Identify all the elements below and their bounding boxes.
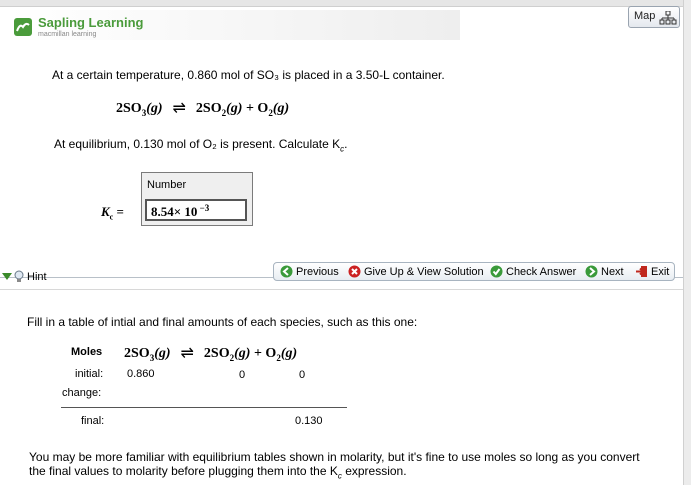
exit-button[interactable]: Exit <box>635 265 669 278</box>
check-icon <box>490 265 503 278</box>
window-top-frame <box>0 0 691 7</box>
navigation-toolbar: Previous Give Up & View Solution Check A… <box>273 262 675 281</box>
table-equation: 2SO3(g) ⇌ 2SO2(g) + O2(g) <box>124 345 298 363</box>
map-icon <box>659 11 677 25</box>
hint-toggle[interactable]: Hint <box>0 268 50 285</box>
exit-icon <box>636 266 647 277</box>
sapling-logo-icon <box>14 18 32 36</box>
chemical-equation: 2SO3(g) ⇌ 2SO2(g) + O2(g) <box>116 100 290 118</box>
question-intro: At a certain temperature, 0.860 mol of S… <box>52 68 445 82</box>
previous-button[interactable]: Previous <box>280 265 339 278</box>
equilibrium-arrow-icon: ⇌ <box>172 100 186 117</box>
hint-label: Hint <box>27 271 47 283</box>
hint-intro: Fill in a table of intial and final amou… <box>27 315 418 329</box>
initial-o2: 0 <box>299 369 306 381</box>
scrollbar[interactable] <box>683 0 691 485</box>
kc-label: Kc = <box>101 204 124 222</box>
equilibrium-arrow-icon: ⇌ <box>180 345 194 362</box>
change-label: change: <box>62 387 102 399</box>
initial-so2: 0 <box>239 369 246 381</box>
next-button[interactable]: Next <box>585 265 624 278</box>
moles-header: Moles <box>71 346 103 358</box>
brand-header: Sapling Learning macmillan learning <box>8 10 460 40</box>
brand-subtitle: macmillan learning <box>38 31 97 38</box>
table-divider <box>61 407 347 408</box>
expand-triangle-icon <box>2 273 12 280</box>
final-label: final: <box>81 415 105 427</box>
next-arrow-icon <box>585 265 598 278</box>
give-up-button[interactable]: Give Up & View Solution <box>348 265 484 278</box>
initial-label: initial: <box>75 368 104 380</box>
hint-note: You may be more familiar with equilibriu… <box>29 450 640 481</box>
equilibrium-statement: At equilibrium, 0.130 mol of O₂ is prese… <box>54 137 348 154</box>
brand-name: Sapling Learning <box>38 15 144 30</box>
final-o2: 0.130 <box>295 415 323 427</box>
give-up-icon <box>348 265 361 278</box>
previous-arrow-icon <box>280 265 293 278</box>
answer-box: Number 8.54× 10 −3 <box>141 172 253 226</box>
lightbulb-icon <box>14 270 24 282</box>
number-label: Number <box>147 179 187 191</box>
map-button[interactable]: Map <box>628 6 680 28</box>
initial-so3: 0.860 <box>127 368 155 380</box>
answer-input[interactable]: 8.54× 10 −3 <box>145 199 247 221</box>
check-answer-button[interactable]: Check Answer <box>490 265 576 278</box>
map-label: Map <box>634 10 656 22</box>
